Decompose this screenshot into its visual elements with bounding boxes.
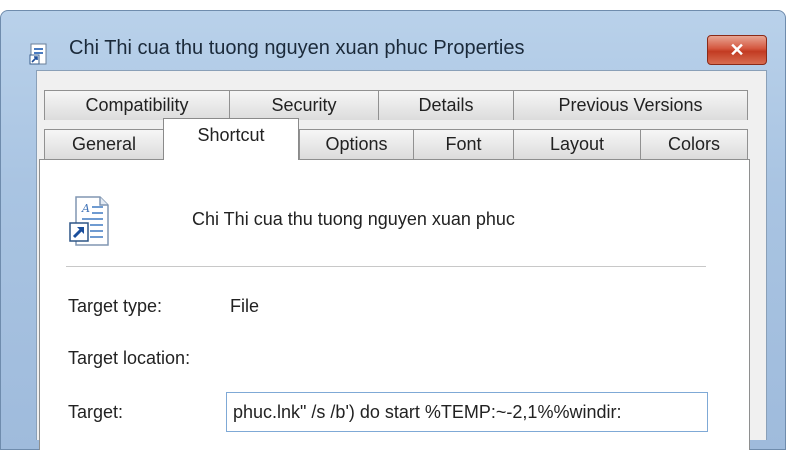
tab-shortcut[interactable]: Shortcut — [163, 118, 299, 160]
target-label: Target: — [68, 402, 124, 422]
target-location-label: Target location: — [68, 348, 191, 368]
target-type-label: Target type: — [68, 296, 163, 316]
tab-label: Details — [418, 95, 474, 115]
tab-options[interactable]: Options — [299, 129, 414, 159]
shortcut-document-icon: A — [68, 195, 112, 247]
tab-label: Compatibility — [85, 95, 189, 115]
tab-label: Font — [445, 134, 482, 154]
tab-label: Layout — [549, 134, 605, 154]
svg-text:A: A — [81, 202, 90, 215]
tab-details[interactable]: Details — [378, 90, 514, 120]
window-title: Chi Thi cua thu tuong nguyen xuan phuc P… — [69, 37, 525, 59]
tab-security[interactable]: Security — [229, 90, 379, 120]
target-field[interactable] — [226, 392, 708, 432]
tab-layout[interactable]: Layout — [513, 129, 641, 159]
title-bar[interactable]: Chi Thi cua thu tuong nguyen xuan phuc P… — [1, 11, 785, 77]
target-type-value: File — [230, 296, 260, 316]
close-button[interactable]: ✕ — [707, 35, 767, 65]
tab-label: Previous Versions — [558, 95, 703, 115]
close-icon: ✕ — [729, 39, 745, 60]
tab-label: Colors — [667, 134, 720, 154]
tab-general[interactable]: General — [44, 129, 164, 159]
tab-colors[interactable]: Colors — [640, 129, 748, 159]
shortcut-name: Chi Thi cua thu tuong nguyen xuan phuc — [192, 209, 515, 229]
tab-label: Shortcut — [197, 125, 265, 145]
divider — [66, 266, 706, 267]
tab-font[interactable]: Font — [413, 129, 514, 159]
tab-label: Security — [271, 95, 337, 115]
tab-label: Options — [325, 134, 388, 154]
tab-previous-versions[interactable]: Previous Versions — [513, 90, 748, 120]
shortcut-document-icon — [29, 43, 49, 65]
tab-label: General — [71, 134, 137, 154]
tab-compatibility[interactable]: Compatibility — [44, 90, 230, 120]
